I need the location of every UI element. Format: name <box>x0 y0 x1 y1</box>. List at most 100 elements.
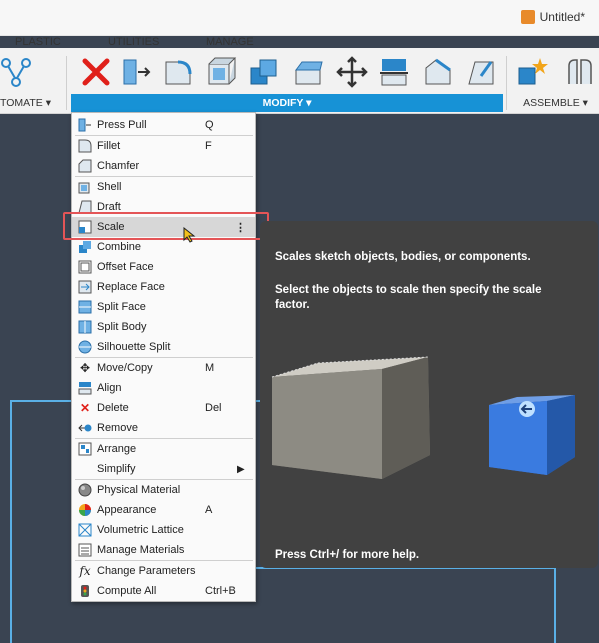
press-pull-icon <box>78 118 92 132</box>
toolbar-separator <box>66 56 67 110</box>
sketch-outline <box>554 567 556 643</box>
press-pull-tool-icon[interactable] <box>120 56 152 88</box>
menu-item-label: Manage Materials <box>97 544 185 556</box>
menu-item-label: Physical Material <box>97 484 181 496</box>
menu-item-silhouette-split[interactable]: Silhouette Split <box>72 337 255 357</box>
draft-tool-icon[interactable] <box>465 56 497 88</box>
new-component-icon[interactable] <box>516 56 548 88</box>
tab-utilities[interactable]: UTILITIES <box>108 36 159 48</box>
modify-dropdown-menu: Press Pull Q Fillet F Chamfer Shell Draf… <box>71 112 256 602</box>
shell-tool-icon[interactable] <box>205 56 237 88</box>
menu-item-label: Fillet <box>97 140 121 152</box>
menu-item-label: Silhouette Split <box>97 341 171 353</box>
shell-icon <box>78 180 92 194</box>
compute-all-icon <box>78 584 92 598</box>
replace-face-icon <box>78 280 92 294</box>
menu-item-label: Shell <box>97 181 122 193</box>
menu-item-move-copy[interactable]: ✥ Move/Copy M <box>72 358 255 378</box>
menu-item-label: Move/Copy <box>97 362 153 374</box>
menu-item-shortcut: Ctrl+B <box>205 585 236 597</box>
menu-item-volumetric-lattice[interactable]: Volumetric Lattice <box>72 520 255 540</box>
silhouette-split-icon <box>78 340 92 354</box>
modify-group-label[interactable]: MODIFY ▾ <box>71 94 503 112</box>
toolbar-separator <box>506 56 507 110</box>
menu-item-appearance[interactable]: Appearance A <box>72 500 255 520</box>
title-bar: Untitled* <box>0 0 599 36</box>
menu-item-label: Split Face <box>97 301 146 313</box>
menu-item-physical-material[interactable]: Physical Material <box>72 480 255 500</box>
menu-item-label: Appearance <box>97 504 157 516</box>
chamfer-icon <box>78 159 92 173</box>
menu-item-shell[interactable]: Shell <box>72 177 255 197</box>
menu-item-delete[interactable]: ✕ Delete Del <box>72 398 255 418</box>
menu-item-shortcut: F <box>205 140 212 152</box>
offset-face-tool-icon[interactable] <box>292 56 324 88</box>
menu-item-press-pull[interactable]: Press Pull Q <box>72 115 255 135</box>
split-body-icon <box>78 320 92 334</box>
menu-item-label: Compute All <box>97 585 157 597</box>
menu-item-label: Split Body <box>97 321 147 333</box>
arrange-icon <box>78 442 92 456</box>
manage-materials-icon <box>78 543 92 557</box>
automate-icon[interactable] <box>0 56 32 88</box>
automate-group-label[interactable]: TOMATE ▾ <box>0 94 60 112</box>
mouse-cursor-icon <box>183 227 196 243</box>
menu-item-shortcut: A <box>205 504 213 516</box>
align-icon <box>78 381 92 395</box>
offset-face-icon <box>78 260 92 274</box>
chamfer-tool-icon[interactable] <box>422 56 454 88</box>
grey-cube-illustration <box>271 356 430 479</box>
menu-item-label: Offset Face <box>97 261 154 273</box>
menu-item-replace-face[interactable]: Replace Face <box>72 277 255 297</box>
scale-tooltip: Scales sketch objects, bodies, or compon… <box>260 221 598 568</box>
menu-item-manage-materials[interactable]: Manage Materials <box>72 540 255 560</box>
menu-item-arrange[interactable]: Arrange <box>72 439 255 459</box>
menu-item-split-body[interactable]: Split Body <box>72 317 255 337</box>
menu-item-label: Volumetric Lattice <box>97 524 184 536</box>
menu-item-align[interactable]: Align <box>72 378 255 398</box>
menu-item-shortcut: M <box>205 362 215 374</box>
simplify-icon <box>78 462 92 476</box>
menu-item-label: Change Parameters <box>97 565 196 577</box>
document-title[interactable]: Untitled* <box>520 10 585 24</box>
move-tool-icon[interactable] <box>336 56 368 88</box>
menu-item-shortcut: Del <box>205 402 222 414</box>
scale-highlight-box <box>63 212 269 240</box>
menu-item-label: Simplify <box>97 463 136 475</box>
menu-item-shortcut: Q <box>205 119 214 131</box>
appearance-icon <box>78 503 92 517</box>
menu-item-label: Remove <box>97 422 138 434</box>
lattice-icon <box>78 523 92 537</box>
joint-icon[interactable] <box>563 56 595 88</box>
menu-item-combine[interactable]: Combine <box>72 237 255 257</box>
menu-item-offset-face[interactable]: Offset Face <box>72 257 255 277</box>
physical-material-icon <box>78 483 92 497</box>
menu-item-label: Replace Face <box>97 281 165 293</box>
menu-item-label: Align <box>97 382 122 394</box>
menu-item-remove[interactable]: Remove <box>72 418 255 438</box>
tooltip-title: Scales sketch objects, bodies, or compon… <box>275 251 531 263</box>
menu-item-label: Press Pull <box>97 119 147 131</box>
menu-item-split-face[interactable]: Split Face <box>72 297 255 317</box>
menu-item-label: Delete <box>97 402 129 414</box>
align-tool-icon[interactable] <box>378 56 410 88</box>
document-title-label: Untitled* <box>539 10 585 24</box>
tab-manage[interactable]: MANAGE <box>206 36 254 48</box>
menu-item-compute-all[interactable]: Compute All Ctrl+B <box>72 581 255 601</box>
combine-tool-icon[interactable] <box>248 56 280 88</box>
delete-icon: ✕ <box>79 401 91 415</box>
delete-tool-icon[interactable] <box>80 56 112 88</box>
remove-icon <box>78 421 92 435</box>
menu-item-simplify[interactable]: Simplify ▶ <box>72 459 255 479</box>
fillet-tool-icon[interactable] <box>162 56 194 88</box>
tab-plastic[interactable]: PLASTIC <box>15 36 61 48</box>
split-face-icon <box>78 300 92 314</box>
document-cube-icon <box>520 10 535 24</box>
fillet-icon <box>78 139 92 153</box>
tooltip-help: Press Ctrl+/ for more help. <box>275 549 420 561</box>
menu-item-fillet[interactable]: Fillet F <box>72 136 255 156</box>
fx-icon: fx <box>79 564 91 578</box>
assemble-group-label[interactable]: ASSEMBLE ▾ <box>512 94 599 112</box>
menu-item-change-parameters[interactable]: fx Change Parameters <box>72 561 255 581</box>
menu-item-chamfer[interactable]: Chamfer <box>72 156 255 176</box>
